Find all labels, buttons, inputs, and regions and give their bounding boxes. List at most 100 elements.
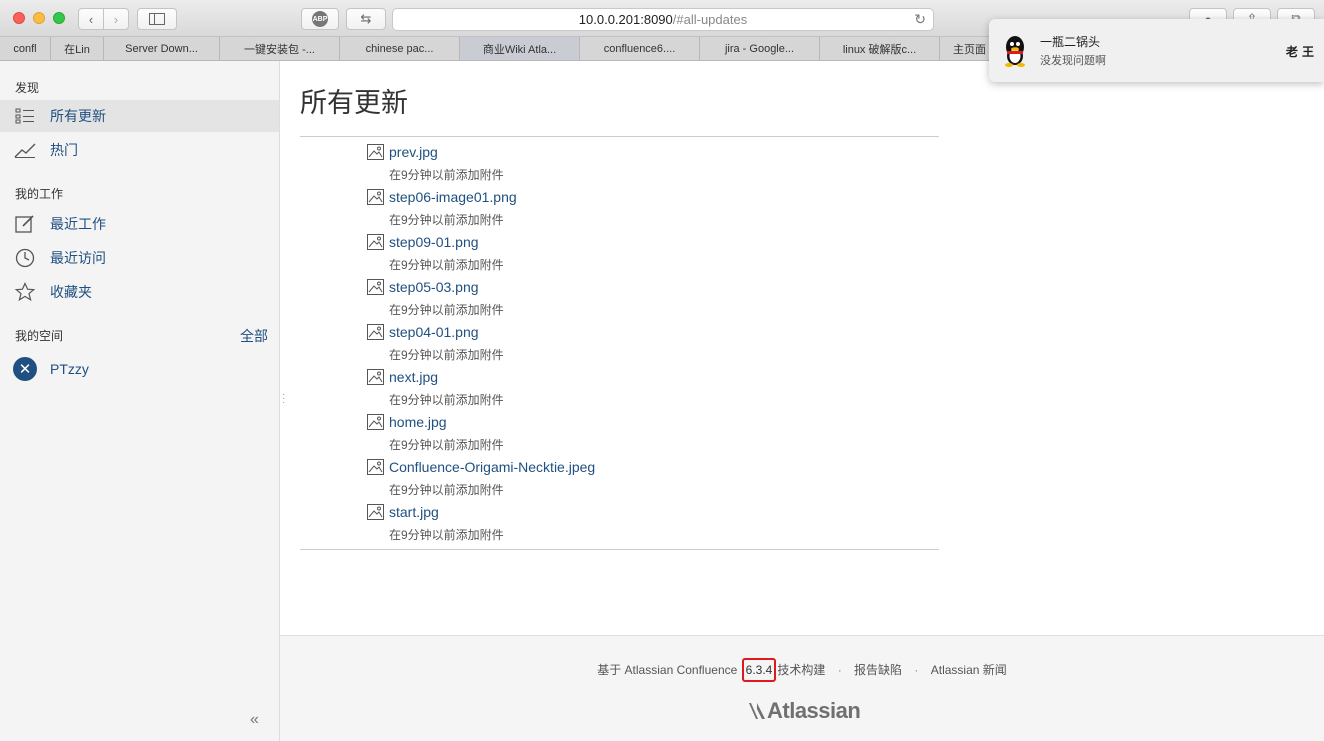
footer: 基于 Atlassian Confluence 6.3.4 技术构建 · 报告缺陷… xyxy=(280,635,1324,741)
update-item: step05-03.png 在9分钟以前添加附件 xyxy=(367,276,937,321)
divider xyxy=(300,549,939,550)
sidebar-item-space[interactable]: ✕ PTzzy xyxy=(0,353,279,385)
attachment-link[interactable]: start.jpg xyxy=(389,504,439,520)
notification-message: 没发现问题啊 xyxy=(1040,55,1106,67)
forward-button[interactable]: › xyxy=(103,8,129,30)
update-item: step09-01.png 在9分钟以前添加附件 xyxy=(367,231,937,276)
image-file-icon xyxy=(367,459,384,475)
minimize-window-button[interactable] xyxy=(33,12,45,24)
update-meta: 在9分钟以前添加附件 xyxy=(389,393,504,407)
swap-arrows-icon: ⇆ xyxy=(360,11,372,26)
list-icon xyxy=(14,105,36,127)
qq-penguin-icon xyxy=(1005,36,1025,67)
back-button[interactable]: ‹ xyxy=(78,8,104,30)
update-meta: 在9分钟以前添加附件 xyxy=(389,213,504,227)
image-file-icon xyxy=(367,324,384,340)
sidebar-item-label: 最近访问 xyxy=(50,250,106,266)
resize-handle-icon[interactable]: · · · xyxy=(282,390,285,408)
close-window-button[interactable] xyxy=(13,12,25,24)
all-spaces-link[interactable]: 全部 xyxy=(240,326,268,346)
zoom-window-button[interactable] xyxy=(53,12,65,24)
image-file-icon xyxy=(367,279,384,295)
chevron-left-icon: ‹ xyxy=(88,11,94,27)
browser-tab[interactable]: chinese pac... xyxy=(340,37,460,60)
browser-tab[interactable]: Server Down... xyxy=(104,37,220,60)
sidebar-item-recent-work[interactable]: 最近工作 xyxy=(0,208,279,240)
footer-suffix: 技术构建 xyxy=(777,663,826,677)
my-spaces-heading: 我的空间 xyxy=(15,329,64,343)
browser-tab[interactable]: confluence6.... xyxy=(580,37,700,60)
update-meta: 在9分钟以前添加附件 xyxy=(389,438,504,452)
attachment-link[interactable]: prev.jpg xyxy=(389,144,438,160)
sidebar: 发现 所有更新 热门 我的工作 最近工作 最近访问 收藏夹 我的空间 全部 ✕ … xyxy=(0,61,280,741)
adblock-button[interactable]: ABP xyxy=(301,8,339,30)
show-sidebar-button[interactable] xyxy=(137,8,177,30)
browser-tab[interactable]: linux 破解版c... xyxy=(820,37,940,60)
sidebar-item-all-updates[interactable]: 所有更新 xyxy=(0,100,279,132)
collapse-sidebar-icon[interactable]: « xyxy=(250,711,259,729)
atlassian-news-link[interactable]: Atlassian 新闻 xyxy=(931,663,1007,677)
image-file-icon xyxy=(367,414,384,430)
address-bar[interactable]: 10.0.0.201:8090/#all-updates ↻ xyxy=(392,8,934,31)
notification-title: 一瓶二锅头 xyxy=(1040,35,1101,49)
sidebar-item-recent-visits[interactable]: 最近访问 xyxy=(0,242,279,274)
clock-icon xyxy=(14,247,36,269)
image-file-icon xyxy=(367,144,384,160)
discover-heading: 发现 xyxy=(15,81,40,95)
attachment-link[interactable]: Confluence-Origami-Necktie.jpeg xyxy=(389,459,595,475)
extension-button[interactable]: ⇆ xyxy=(346,8,386,30)
page-title: 所有更新 xyxy=(300,88,408,118)
browser-tab[interactable]: jira - Google... xyxy=(700,37,820,60)
update-item: step04-01.png 在9分钟以前添加附件 xyxy=(367,321,937,366)
image-file-icon xyxy=(367,189,384,205)
browser-tab[interactable]: confl xyxy=(0,37,51,60)
atlassian-logo-icon xyxy=(749,703,765,719)
atlassian-logo-text: Atlassian xyxy=(767,698,861,723)
chevron-right-icon: › xyxy=(113,11,119,27)
sidebar-item-popular[interactable]: 热门 xyxy=(0,134,279,166)
report-bug-link[interactable]: 报告缺陷 xyxy=(854,663,902,677)
update-meta: 在9分钟以前添加附件 xyxy=(389,168,504,182)
star-icon xyxy=(14,281,36,303)
edit-icon xyxy=(14,213,36,235)
space-avatar-icon: ✕ xyxy=(13,357,37,381)
attachment-link[interactable]: step05-03.png xyxy=(389,279,479,295)
sidebar-item-saved[interactable]: 收藏夹 xyxy=(0,276,279,308)
update-meta: 在9分钟以前添加附件 xyxy=(389,483,504,497)
attachment-link[interactable]: step04-01.png xyxy=(389,324,479,340)
browser-tab[interactable]: 商业Wiki Atla... xyxy=(460,37,580,60)
footer-links: 基于 Atlassian Confluence 6.3.4 技术构建 · 报告缺陷… xyxy=(280,658,1324,682)
sidebar-item-label: 所有更新 xyxy=(50,108,106,124)
notification-sender: 老 王 xyxy=(1285,45,1314,59)
update-meta: 在9分钟以前添加附件 xyxy=(389,528,504,542)
update-item: start.jpg 在9分钟以前添加附件 xyxy=(367,501,937,546)
footer-prefix: 基于 Atlassian Confluence xyxy=(597,663,738,677)
version-number: 6.3.4 xyxy=(741,658,777,682)
update-item: prev.jpg 在9分钟以前添加附件 xyxy=(367,141,937,186)
attachment-link[interactable]: step06-image01.png xyxy=(389,189,517,205)
atlassian-logo[interactable]: Atlassian xyxy=(747,698,861,724)
attachment-link[interactable]: step09-01.png xyxy=(389,234,479,250)
browser-tab[interactable]: 一键安装包 -... xyxy=(220,37,340,60)
divider xyxy=(300,136,939,137)
reload-icon[interactable]: ↻ xyxy=(914,11,926,28)
attachment-link[interactable]: home.jpg xyxy=(389,414,447,430)
attachment-link[interactable]: next.jpg xyxy=(389,369,438,385)
image-file-icon xyxy=(367,504,384,520)
sidebar-item-label: 收藏夹 xyxy=(50,284,92,300)
qq-notification[interactable]: 一瓶二锅头 没发现问题啊 老 王 xyxy=(989,19,1324,82)
image-file-icon xyxy=(367,369,384,385)
update-meta: 在9分钟以前添加附件 xyxy=(389,348,504,362)
browser-tab[interactable]: 在Lin xyxy=(51,37,104,60)
update-item: next.jpg 在9分钟以前添加附件 xyxy=(367,366,937,411)
update-item: step06-image01.png 在9分钟以前添加附件 xyxy=(367,186,937,231)
update-item: home.jpg 在9分钟以前添加附件 xyxy=(367,411,937,456)
adblock-icon: ABP xyxy=(312,11,328,27)
sidebar-item-label: 最近工作 xyxy=(50,216,106,232)
my-work-heading: 我的工作 xyxy=(15,187,64,201)
update-meta: 在9分钟以前添加附件 xyxy=(389,258,504,272)
image-file-icon xyxy=(367,234,384,250)
separator: · xyxy=(837,663,842,677)
sidebar-item-label: PTzzy xyxy=(50,361,89,377)
sidebar-icon xyxy=(149,13,165,25)
